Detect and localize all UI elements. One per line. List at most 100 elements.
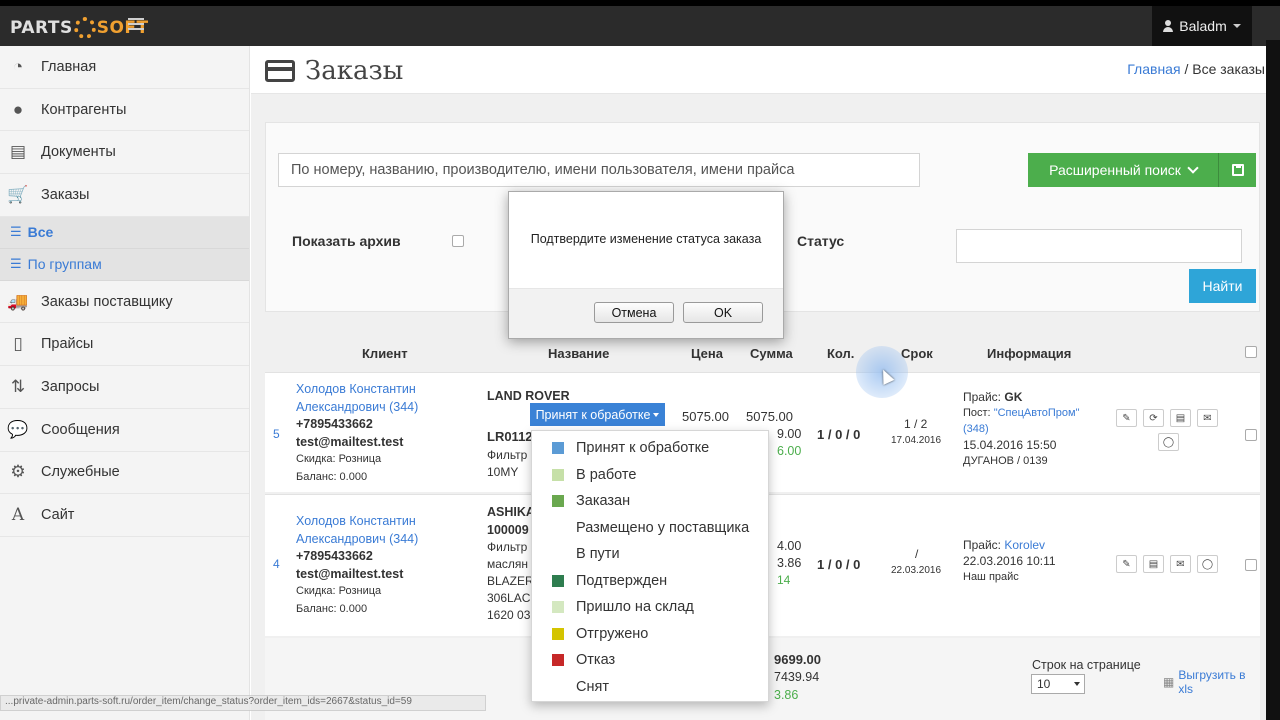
show-archive-checkbox[interactable]: [452, 235, 464, 247]
chevron-down-icon: [1232, 24, 1241, 28]
sidebar-item-orders[interactable]: 🛒 Заказы: [0, 174, 249, 217]
user-menu-button[interactable]: Baladm: [1152, 6, 1252, 46]
truck-icon: 🚚: [7, 291, 29, 311]
client-discount: Скидка: Розница: [296, 453, 382, 465]
export-xls-link[interactable]: ▦ Выгрузить в xls: [1163, 668, 1260, 696]
info-cell: Прайс: Korolev 22.03.2016 10:11 Наш прай…: [963, 538, 1056, 583]
item-term: /: [915, 547, 919, 561]
row-checkbox[interactable]: [1245, 559, 1257, 571]
advanced-search-button[interactable]: Расширенный поиск: [1028, 153, 1218, 187]
select-all-checkbox[interactable]: [1245, 346, 1257, 358]
find-button[interactable]: Найти: [1189, 269, 1256, 303]
user-icon: ●: [12, 99, 24, 119]
item-sum-3: 14: [777, 573, 791, 587]
status-option[interactable]: Размещено у поставщика: [532, 515, 768, 542]
sidebar-item-prices[interactable]: ▯ Прайсы: [0, 323, 249, 367]
status-option[interactable]: В пути: [532, 541, 768, 568]
client-discount: Скидка: Розница: [296, 585, 382, 597]
info-cell: Прайс: GK Пост: "СпецАвтоПром" (348) 15.…: [963, 390, 1080, 467]
status-option[interactable]: Подтвержден: [532, 568, 768, 595]
color-swatch: [552, 627, 564, 640]
save-filter-button[interactable]: [1218, 153, 1256, 187]
item-brand-article: ASHIKA 100009: [487, 505, 535, 537]
refresh-icon[interactable]: ⟳: [1143, 409, 1164, 427]
client-link[interactable]: Александрович (344): [296, 531, 418, 549]
sidebar-item-site[interactable]: A Сайт: [0, 494, 249, 537]
item-term-date: 22.03.2016: [891, 565, 942, 576]
envelope-icon[interactable]: ✉: [1197, 409, 1218, 427]
row-number: 5: [273, 427, 280, 441]
client-link[interactable]: Холодов Константин: [296, 513, 418, 531]
edit-icon[interactable]: ✎: [1116, 555, 1137, 573]
color-swatch: [552, 681, 564, 693]
breadcrumb-home-link[interactable]: Главная: [1127, 61, 1180, 77]
chevron-down-icon: [1187, 162, 1199, 174]
comment-icon[interactable]: ◯: [1158, 433, 1179, 451]
row-number: 4: [273, 557, 280, 571]
status-option[interactable]: Отказ: [532, 647, 768, 674]
item-brand: LAND ROVER: [487, 389, 570, 403]
sidebar-item-service[interactable]: ⚙ Служебные: [0, 452, 249, 495]
client-cell: Холодов Константин Александрович (344) +…: [296, 513, 418, 618]
item-qty: 1 / 0 / 0: [817, 557, 861, 572]
header-info: Информация: [987, 346, 1072, 361]
item-sum-2: 3.86: [777, 556, 802, 570]
file-icon: ▯: [13, 334, 23, 354]
gear-logo-icon: [73, 17, 96, 39]
hamburger-menu-icon[interactable]: [128, 16, 144, 32]
item-term: 1 / 2: [904, 417, 928, 431]
ok-button[interactable]: OK: [683, 302, 763, 323]
spreadsheet-icon: ▦: [1163, 675, 1175, 689]
item-sum-2: 9.00: [777, 427, 802, 441]
page-header: Заказы Главная / Все заказы: [251, 46, 1266, 94]
cancel-button[interactable]: Отмена: [594, 302, 674, 323]
header-term: Срок: [901, 346, 933, 361]
client-link[interactable]: Александрович (344): [296, 399, 418, 417]
document-icon[interactable]: ▤: [1170, 409, 1191, 427]
document-icon[interactable]: ▤: [1143, 555, 1164, 573]
sidebar-item-requests[interactable]: ⇅ Запросы: [0, 366, 249, 409]
status-option[interactable]: Заказан: [532, 488, 768, 515]
client-link[interactable]: Холодов Константин: [296, 381, 418, 399]
item-qty: 1 / 0 / 0: [817, 427, 861, 442]
price-link[interactable]: Korolev: [1004, 538, 1045, 552]
credit-card-icon: [265, 60, 295, 82]
status-filter-input[interactable]: [956, 229, 1242, 263]
status-option[interactable]: Пришло на склад: [532, 594, 768, 621]
table-header: Клиент Название Цена Сумма Кол. Срок Инф…: [265, 336, 1260, 372]
item-sum: 4.00: [777, 539, 802, 553]
status-option[interactable]: Снят: [532, 674, 768, 701]
search-input[interactable]: По номеру, названию, производителю, имен…: [278, 153, 920, 187]
chevron-down-icon: [1074, 682, 1080, 686]
sidebar-item-supplier-orders[interactable]: 🚚 Заказы поставщику: [0, 281, 249, 324]
dashboard-icon: ◔: [12, 56, 24, 76]
comment-icon[interactable]: ◯: [1197, 555, 1218, 573]
status-option[interactable]: Принят к обработке: [532, 435, 768, 462]
status-option[interactable]: Отгружено: [532, 621, 768, 648]
gears-icon: ⚙: [10, 462, 26, 482]
list-icon: ☰: [10, 256, 22, 272]
sidebar-subitem-all[interactable]: ☰ Все: [0, 216, 249, 249]
header-price: Цена: [691, 346, 723, 361]
per-page-select[interactable]: 10: [1031, 674, 1085, 694]
sidebar-item-messages[interactable]: 💬 Сообщения: [0, 409, 249, 452]
status-option[interactable]: В работе: [532, 462, 768, 489]
status-label: Статус: [797, 233, 845, 249]
sidebar-item-documents[interactable]: ▤ Документы: [0, 131, 249, 175]
status-dropdown-trigger[interactable]: Принят к обработке: [530, 403, 665, 426]
item-term-date: 17.04.2016: [891, 435, 942, 446]
item-description: Фильтр 10MY: [487, 448, 528, 479]
window-edge: [1266, 40, 1280, 720]
sidebar-subitem-groups[interactable]: ☰ По группам: [0, 248, 249, 281]
row-checkbox[interactable]: [1245, 429, 1257, 441]
sidebar-item-contractors[interactable]: ● Контрагенты: [0, 89, 249, 132]
total-sum-3: 3.86: [774, 688, 799, 702]
client-email: test@mailtest.test: [296, 434, 404, 449]
color-swatch: [552, 442, 564, 455]
dialog-footer: Отмена OK: [509, 288, 783, 338]
envelope-icon[interactable]: ✉: [1170, 555, 1191, 573]
edit-icon[interactable]: ✎: [1116, 409, 1137, 427]
total-sum-2: 7439.94: [774, 670, 820, 684]
sidebar-item-home[interactable]: ◔ Главная: [0, 46, 249, 89]
page-title: Заказы: [265, 56, 403, 86]
